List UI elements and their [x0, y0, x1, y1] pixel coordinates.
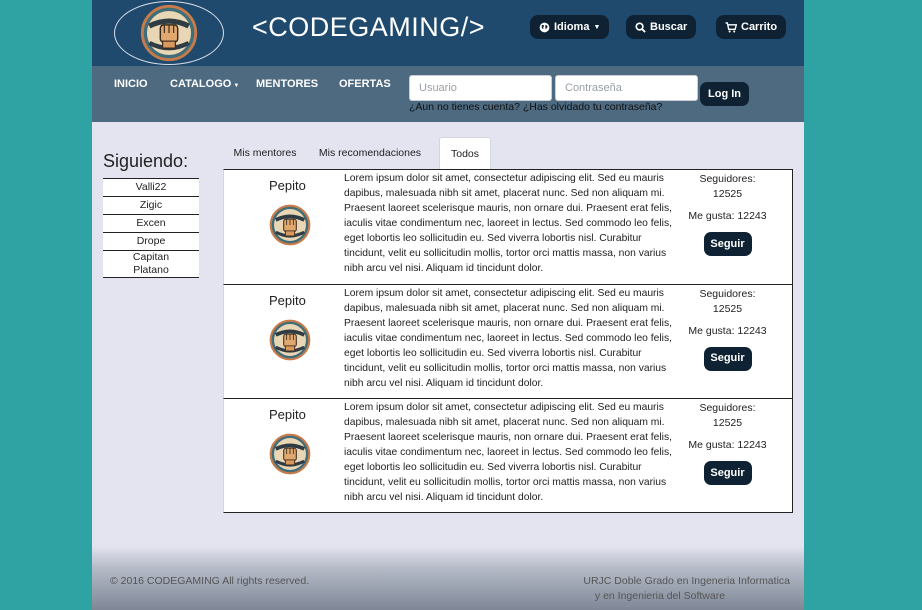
login-button[interactable]: Log In	[700, 82, 749, 106]
tab-mis-mentores[interactable]: Mis mentores	[223, 137, 307, 169]
following-item[interactable]: Drope	[103, 232, 199, 250]
mentor-description: Lorem ipsum dolor sit amet, consectetur …	[344, 287, 672, 389]
nav-item-catalogo[interactable]: CATALOGO ▼	[170, 78, 239, 90]
following-list: Valli22 Zigic Excen Drope Capitan Platan…	[103, 178, 199, 278]
mentor-card: Pepito Lorem ipsum dolor sit amet, conse…	[223, 169, 793, 284]
followers-label: Seguidores:	[699, 173, 756, 185]
nav-item-inicio[interactable]: INICIO	[114, 78, 148, 90]
mentor-name[interactable]: Pepito	[269, 178, 306, 193]
cart-icon	[725, 21, 737, 32]
caret-down-icon: ▼	[593, 23, 601, 31]
likes-count: 12243	[737, 324, 767, 337]
follow-button[interactable]: Seguir	[703, 461, 752, 485]
nav-item-ofertas[interactable]: OFERTAS	[339, 78, 391, 90]
mentor-description: Lorem ipsum dolor sit amet, consectetur …	[344, 173, 672, 274]
mentor-card: Pepito Lorem ipsum dolor sit amet, conse…	[223, 283, 793, 398]
credits-text: URJC Doble Grado en Ingeneria Informatic…	[530, 574, 790, 604]
likes-label: Me gusta:	[688, 439, 735, 451]
forgot-password-link[interactable]: ¿Has olvidado tu contraseña?	[523, 101, 663, 113]
mentor-description: Lorem ipsum dolor sit amet, consectetur …	[344, 402, 672, 503]
nav-item-catalogo-label: CATALOGO	[170, 78, 232, 90]
likes-label: Me gusta:	[688, 210, 735, 222]
mentor-name[interactable]: Pepito	[269, 407, 306, 422]
site-title[interactable]: <CODEGAMING/>	[252, 12, 485, 43]
footer: © 2016 CODEGAMING All rights reserved. U…	[92, 546, 804, 610]
caret-down-icon: ▼	[233, 83, 240, 89]
likes-row: Me gusta: 12243	[680, 438, 775, 453]
following-item[interactable]: Zigic	[103, 196, 199, 214]
mentor-avatar[interactable]	[269, 204, 311, 246]
register-link[interactable]: ¿Aun no tienes cuenta?	[409, 101, 520, 113]
likes-row: Me gusta: 12243	[680, 324, 775, 339]
username-input[interactable]: Usuario	[409, 75, 552, 101]
following-title: Siguiendo:	[103, 151, 189, 171]
mentor-list: Pepito Lorem ipsum dolor sit amet, conse…	[223, 169, 793, 513]
followers-count: 12525	[712, 417, 743, 429]
following-item[interactable]: Capitan Platano	[103, 250, 199, 278]
mentor-avatar[interactable]	[269, 433, 311, 475]
search-icon	[635, 21, 646, 33]
follow-button[interactable]: Seguir	[703, 346, 752, 371]
cart-button[interactable]: Carrito	[716, 15, 787, 39]
followers-count: 12525	[712, 188, 743, 200]
credit-line-2: y en Ingenieria del Software	[594, 590, 726, 602]
mentor-stats: Seguidores: 12525 Me gusta: 12243 Seguir	[680, 401, 775, 485]
following-item[interactable]: Excen	[103, 214, 199, 232]
tab-todos[interactable]: Todos	[439, 137, 491, 170]
follow-button[interactable]: Seguir	[703, 232, 752, 256]
mentor-card: Pepito Lorem ipsum dolor sit amet, conse…	[223, 398, 793, 513]
header-bar: <CODEGAMING/> Idioma ▼ Buscar Carrito	[92, 0, 804, 66]
cart-label: Carrito	[741, 21, 778, 33]
mentor-stats: Seguidores: 12525 Me gusta: 12243 Seguir	[680, 172, 775, 256]
mentor-name[interactable]: Pepito	[269, 293, 306, 308]
likes-row: Me gusta: 12243	[680, 209, 775, 224]
password-input[interactable]: Contraseña	[555, 75, 698, 101]
followers-count: 12525	[712, 302, 743, 315]
mentor-stats: Seguidores: 12525 Me gusta: 12243 Seguir	[680, 287, 775, 371]
nav-item-mentores[interactable]: MENTORES	[256, 78, 318, 90]
likes-count: 12243	[737, 210, 767, 222]
language-label: Idioma	[554, 21, 590, 33]
followers-label: Seguidores:	[699, 402, 756, 414]
search-button[interactable]: Buscar	[626, 15, 697, 39]
main-nav: INICIO CATALOGO ▼ MENTORES OFERTAS Usuari…	[92, 66, 804, 122]
tab-mis-recomendaciones[interactable]: Mis recomendaciones	[311, 137, 429, 169]
page: <CODEGAMING/> Idioma ▼ Buscar Carrito IN…	[92, 0, 804, 610]
site-logo[interactable]	[114, 1, 224, 65]
likes-label: Me gusta:	[688, 324, 735, 337]
following-item[interactable]: Valli22	[103, 178, 199, 196]
mentor-tabs: Mis mentores Mis recomendaciones Todos	[223, 137, 793, 170]
search-label: Buscar	[650, 21, 688, 33]
language-button[interactable]: Idioma ▼	[530, 15, 610, 39]
account-links: ¿Aun no tienes cuenta? ¿Has olvidado tu …	[409, 101, 662, 113]
followers-label: Seguidores:	[699, 287, 756, 300]
likes-count: 12243	[737, 439, 767, 451]
fist-logo-icon	[140, 4, 198, 62]
credit-line-1: URJC Doble Grado en Ingeneria Informatic…	[583, 575, 790, 587]
mentor-avatar[interactable]	[269, 319, 311, 361]
globe-icon	[539, 22, 550, 32]
copyright-text: © 2016 CODEGAMING All rights reserved.	[110, 575, 310, 587]
